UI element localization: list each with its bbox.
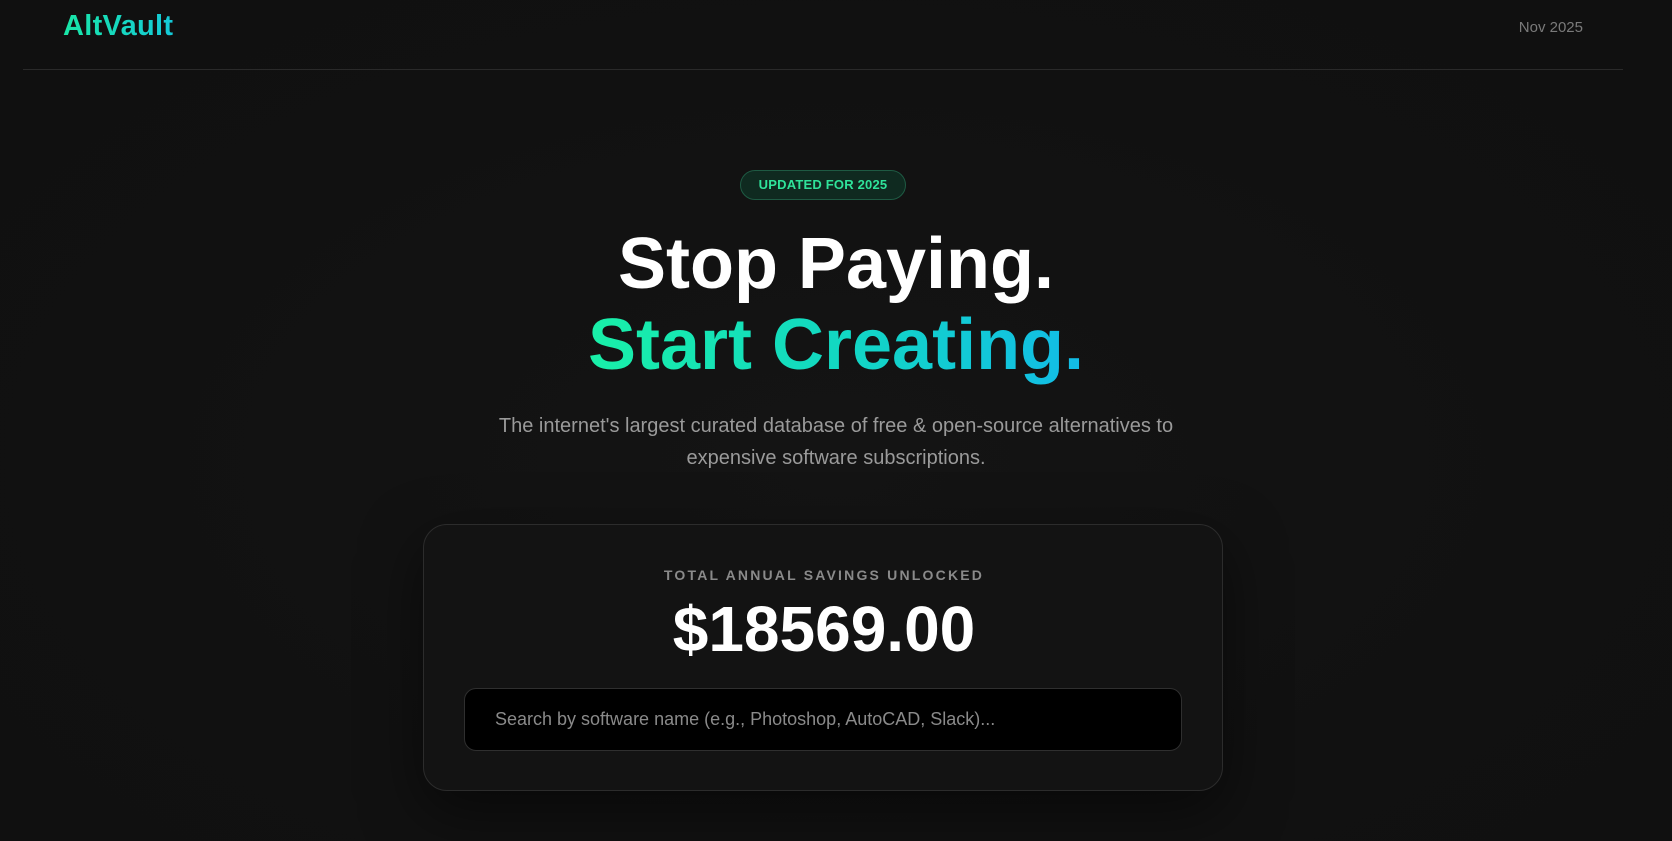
page: AltVault Nov 2025 UPDATED FOR 2025 Stop …	[0, 0, 1672, 841]
headline-gradient-text: Start Creating.	[587, 305, 1085, 385]
savings-card: TOTAL ANNUAL SAVINGS UNLOCKED $18569.00	[423, 524, 1223, 791]
savings-value: $18569.00	[672, 593, 976, 665]
hero-subtitle: The internet's largest curated database …	[498, 415, 1174, 469]
header-date: Nov 2025	[1518, 19, 1583, 36]
updated-badge: UPDATED FOR 2025	[740, 170, 906, 200]
top-bar: AltVault Nov 2025	[23, 0, 1623, 70]
headline-primary: Stop Paying.	[617, 224, 1055, 304]
headline-secondary: Start Creating.	[0, 304, 1672, 386]
brand-logo[interactable]: AltVault	[63, 10, 173, 43]
savings-label: TOTAL ANNUAL SAVINGS UNLOCKED	[663, 567, 985, 583]
search-input[interactable]	[464, 688, 1182, 751]
